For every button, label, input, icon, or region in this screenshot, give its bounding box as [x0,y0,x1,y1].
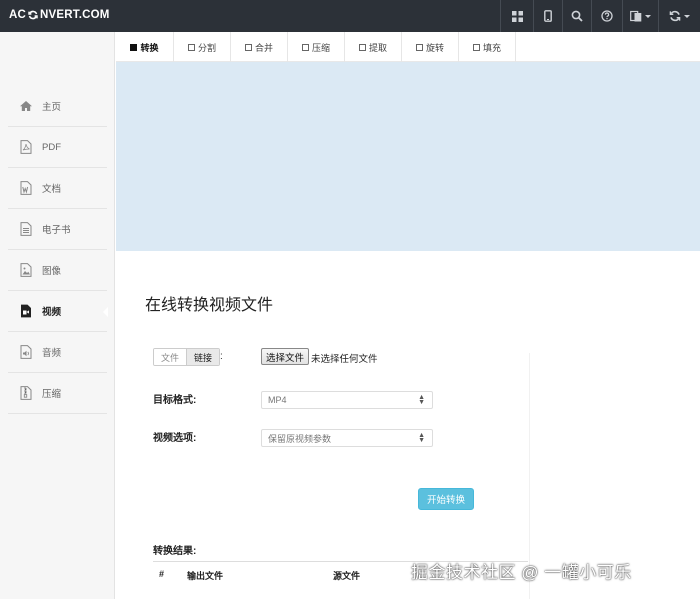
tab-compress[interactable]: 压缩 [288,32,345,62]
grid-icon [511,10,523,22]
tab-checkbox-icon [244,43,252,51]
sidebar-item-label: PDF [42,141,61,153]
chevron-down-icon [684,14,690,18]
ebook-icon [8,222,38,236]
target-format-value: MP4 [268,395,287,405]
tab-checkbox-icon [415,43,423,51]
tab-rotate[interactable]: 旋转 [402,32,459,62]
chevron-down-icon [645,14,651,18]
select-arrows-icon: ▲ ▼ [418,394,425,406]
tab-split[interactable]: 分割 [174,32,231,62]
watermark: 掘金技术社区 @ 一罐小可乐 [411,563,632,582]
sidebar-item-label: 主页 [42,102,62,113]
start-convert-button[interactable]: 开始转换 [418,488,474,510]
tab-label: 分割 [197,42,216,53]
sidebar-item-label: 文档 [42,184,62,195]
sidebar-item-archive[interactable]: 压缩 [8,373,107,414]
video-options-select[interactable]: 保留原视频参数 ▲ ▼ [261,429,433,447]
col-index-header: # [159,569,165,579]
video-options-label: 视频选项: [153,433,197,444]
sidebar-item-document[interactable]: 文档 [8,168,107,209]
target-format-label: 目标格式: [153,395,197,406]
select-arrows-icon: ▲ ▼ [418,432,425,444]
word-file-icon [8,181,38,195]
col-output-header: 输出文件 [187,571,224,581]
col-source-header: 源文件 [333,571,361,581]
source-file-option[interactable]: 文件 [154,349,187,365]
sidebar-item-label: 电子书 [42,225,71,236]
sidebar-item-label: 视频 [42,307,62,318]
no-file-status: 未选择任何文件 [311,354,378,365]
tab-merge[interactable]: 合并 [231,32,288,62]
language-menu[interactable] [622,0,658,32]
mobile-icon [544,10,552,22]
refresh-icon [669,10,681,22]
choose-file-button[interactable]: 选择文件 [261,348,310,365]
tab-checkbox-icon [358,43,366,51]
audio-icon [8,345,38,359]
tab-checkbox-icon [472,43,480,51]
top-navbar: AC NVERT.COM [0,0,700,32]
help-icon [601,10,613,22]
tab-convert[interactable]: 转换 [116,32,174,62]
tab-label: 提取 [368,42,387,53]
tab-label: 转换 [140,42,159,53]
mobile-button[interactable] [533,0,562,32]
archive-icon [8,386,38,400]
site-logo[interactable]: AC NVERT.COM [9,9,110,21]
target-format-select[interactable]: MP4 ▲ ▼ [261,391,433,409]
tab-label: 旋转 [425,42,444,53]
tab-fill[interactable]: 填充 [459,32,516,62]
home-icon [8,100,38,112]
tools-grid-button[interactable] [500,0,533,32]
tab-checkbox-icon [130,43,138,51]
search-button[interactable] [562,0,591,32]
sidebar: 主页 PDF 文档 电子书 图像 视频 音频 压缩 [0,32,115,599]
video-options-value: 保留原视频参数 [268,433,332,444]
sidebar-item-audio[interactable]: 音频 [8,332,107,373]
logo-cycle-icon [28,10,38,20]
page-title: 在线转换视频文件 [145,297,274,314]
tab-checkbox-icon [187,43,195,51]
result-label: 转换结果: [153,546,197,557]
tool-tabs: 转换 分割 合并 压缩 提取 旋转 填充 [116,32,700,62]
tab-checkbox-icon [301,43,309,51]
sidebar-item-pdf[interactable]: PDF [8,127,107,168]
top-nav-icons [500,0,700,32]
sidebar-item-image[interactable]: 图像 [8,250,107,291]
sidebar-item-ebook[interactable]: 电子书 [8,209,107,250]
active-indicator [103,307,108,317]
ad-banner [116,62,700,251]
help-button[interactable] [591,0,622,32]
search-icon [571,10,583,22]
logo-text-right: NVERT.COM [40,9,110,21]
sidebar-item-label: 图像 [42,266,62,277]
converter-panel: 在线转换视频文件 文件 链接 : 选择文件 未选择任何文件 目标格式: MP4 … [116,251,700,599]
logo-text-left: AC [9,9,27,21]
refresh-menu[interactable] [658,0,700,32]
tab-label: 合并 [254,42,273,53]
sidebar-item-home[interactable]: 主页 [8,86,107,127]
sidebar-item-label: 音频 [42,348,62,359]
language-icon [630,10,642,22]
source-type-toggle: 文件 链接 [153,348,221,366]
sidebar-item-video[interactable]: 视频 [8,291,108,332]
tab-extract[interactable]: 提取 [345,32,402,62]
source-link-option[interactable]: 链接 [186,349,220,365]
video-icon [8,304,38,318]
sidebar-item-label: 压缩 [42,389,62,400]
image-icon [8,263,38,277]
source-colon: : [220,351,223,362]
tab-label: 填充 [482,42,501,53]
pdf-file-icon [8,140,38,154]
tab-label: 压缩 [311,42,330,53]
